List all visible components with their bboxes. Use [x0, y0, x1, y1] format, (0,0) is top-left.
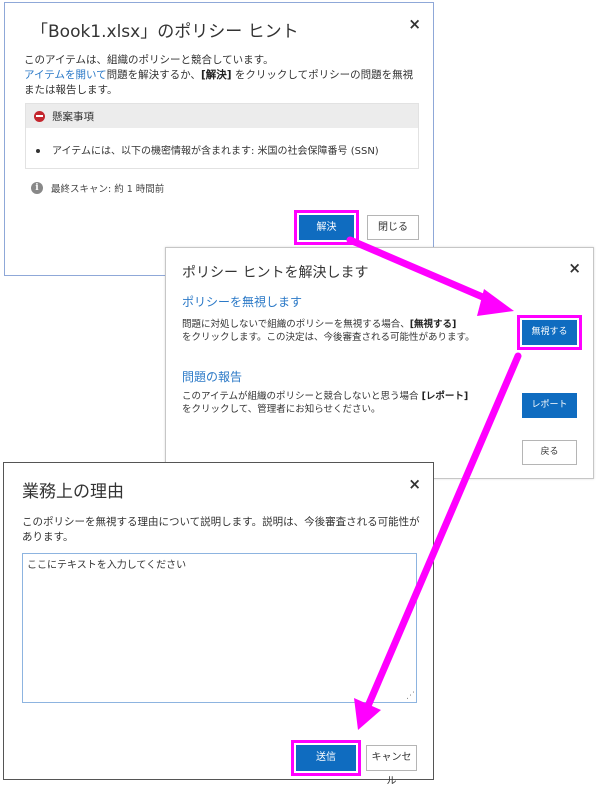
close-icon[interactable]: × [408, 475, 421, 493]
message-text: をクリックしてポリシーの問題を無視 [234, 69, 414, 81]
concern-text: アイテムには、以下の機密情報が含まれます: 米国の社会保障番号 (SSN) [52, 146, 379, 157]
policy-tip-dialog: 「Book1.xlsx」のポリシー ヒント × このアイテムは、組織のポリシーと… [4, 2, 434, 276]
description-text: をクリックします。この決定は、今後審査される可能性があります。 [182, 332, 475, 343]
description-text: をクリックして、管理者にお知らせください。 [182, 404, 381, 415]
open-item-link[interactable]: アイテムを開いて [24, 69, 107, 81]
back-button[interactable]: 戻る [522, 440, 577, 465]
override-reference: [無視する] [409, 319, 457, 330]
info-icon: i [31, 182, 43, 194]
justification-textarea[interactable]: ここにテキストを入力してください [22, 553, 417, 703]
message-line: または報告します。 [24, 84, 118, 96]
dialog-message: このポリシーを無視する理由について説明します。説明は、今後審査される可能性があり… [22, 516, 420, 543]
dialog-title: 「Book1.xlsx」のポリシー ヒント [31, 22, 299, 42]
blocked-icon [34, 110, 45, 122]
concerns-header: 懸案事項 [26, 104, 418, 128]
report-description: このアイテムが組織のポリシーと競合しないと思う場合 [レポート] をクリックして… [182, 390, 502, 416]
resolve-button[interactable]: 解決 [294, 210, 359, 245]
cancel-button[interactable]: キャンセル [366, 745, 417, 787]
override-section-title: ポリシーを無視します [182, 295, 303, 309]
resolve-reference: [解決] [200, 69, 232, 81]
report-button[interactable]: レポート [522, 393, 577, 418]
last-scan-status: i 最終スキャン: 約 1 時間前 [31, 181, 164, 195]
concerns-title: 懸案事項 [52, 110, 94, 123]
report-section-title: 問題の報告 [182, 370, 243, 384]
list-item: アイテムには、以下の機密情報が含まれます: 米国の社会保障番号 (SSN) [36, 142, 379, 157]
dialog-title: ポリシー ヒントを解決します [182, 265, 369, 281]
description-text: 問題に対処しないで組織のポリシーを無視する場合、 [182, 319, 410, 330]
close-icon[interactable]: × [568, 259, 581, 277]
report-reference: [レポート] [421, 391, 469, 402]
close-icon[interactable]: × [408, 15, 421, 33]
business-justification-dialog: 業務上の理由 × このポリシーを無視する理由について説明します。説明は、今後審査… [3, 462, 434, 787]
resize-grip-icon[interactable]: ⋰ [406, 691, 415, 701]
description-text: このアイテムが組織のポリシーと競合しないと思う場合 [182, 391, 419, 402]
close-button[interactable]: 閉じる [367, 215, 419, 240]
dialog-title: 業務上の理由 [22, 482, 124, 502]
message-text: 問題を解決するか、 [106, 69, 201, 81]
bullet-icon [36, 149, 40, 153]
override-description: 問題に対処しないで組織のポリシーを無視する場合、[無視する] をクリックします。… [182, 318, 502, 344]
message-line: このアイテムは、組織のポリシーと競合しています。 [24, 54, 274, 66]
send-button[interactable]: 送信 [291, 740, 361, 776]
dialog-message: このアイテムは、組織のポリシーと競合しています。 アイテムを開いて問題を解決する… [24, 53, 414, 98]
override-button[interactable]: 無視する [517, 315, 582, 350]
concerns-panel: 懸案事項 アイテムには、以下の機密情報が含まれます: 米国の社会保障番号 (SS… [25, 103, 419, 169]
last-scan-text: 最終スキャン: 約 1 時間前 [51, 184, 165, 195]
resolve-policy-tip-dialog: ポリシー ヒントを解決します × ポリシーを無視します 問題に対処しないで組織の… [165, 247, 594, 479]
